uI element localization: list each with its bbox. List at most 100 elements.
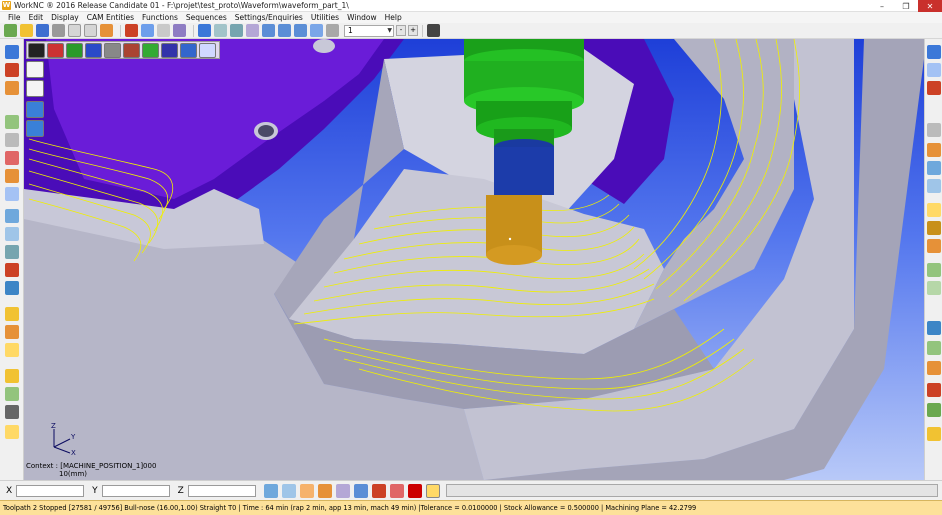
view-top-icon[interactable] xyxy=(927,45,941,59)
snap-icon[interactable] xyxy=(281,483,296,498)
view-wire-cube-2-icon[interactable] xyxy=(26,80,44,97)
menu-cam-entities[interactable]: CAM Entities xyxy=(83,13,138,22)
menu-settings[interactable]: Settings/Enquiries xyxy=(231,13,307,22)
verify-icon[interactable] xyxy=(5,343,19,357)
show-icon[interactable] xyxy=(927,161,941,175)
curve-tool-icon[interactable] xyxy=(927,321,941,335)
transform-icon[interactable] xyxy=(927,361,941,375)
delete-icon[interactable] xyxy=(5,263,19,277)
stock-model-icon[interactable] xyxy=(5,369,19,383)
zoom-fit-icon[interactable] xyxy=(278,24,291,37)
display-icon[interactable] xyxy=(246,24,259,37)
zone-edit-icon[interactable] xyxy=(927,281,941,295)
maximize-button[interactable]: ❐ xyxy=(894,0,918,12)
cut-icon[interactable] xyxy=(5,151,19,165)
layers-icon[interactable] xyxy=(427,24,440,37)
grid-icon[interactable] xyxy=(326,24,339,37)
menu-file[interactable]: File xyxy=(4,13,25,22)
close-button[interactable]: ✕ xyxy=(918,0,942,12)
shading-icon[interactable] xyxy=(198,24,211,37)
z-field[interactable] xyxy=(187,484,256,497)
plane-icon[interactable] xyxy=(5,133,19,147)
menu-help[interactable]: Help xyxy=(381,13,406,22)
mirror-icon[interactable] xyxy=(927,383,941,397)
measure-icon[interactable] xyxy=(5,209,19,223)
machine-icon[interactable] xyxy=(125,24,138,37)
menu-display[interactable]: Display xyxy=(47,13,83,22)
layer-icon[interactable] xyxy=(927,123,941,137)
undo-icon[interactable] xyxy=(68,24,81,37)
copy-icon[interactable] xyxy=(927,403,941,417)
view-front-icon[interactable] xyxy=(927,63,941,77)
doc-icon[interactable] xyxy=(5,405,19,419)
zone-icon[interactable] xyxy=(927,263,941,277)
snap-point-icon[interactable] xyxy=(317,483,332,498)
menu-utilities[interactable]: Utilities xyxy=(307,13,343,22)
boundary-icon[interactable] xyxy=(5,187,19,201)
part-icon[interactable] xyxy=(173,24,186,37)
record-icon[interactable] xyxy=(371,483,386,498)
macro-icon[interactable] xyxy=(5,281,19,295)
hide-icon[interactable] xyxy=(927,179,941,193)
zoom-icon[interactable] xyxy=(262,24,275,37)
export-icon[interactable] xyxy=(927,427,941,441)
cutter-icon[interactable] xyxy=(927,239,941,253)
view-cube-blue-icon[interactable] xyxy=(85,43,102,58)
menu-icon[interactable] xyxy=(28,43,45,58)
zoom-window-icon[interactable] xyxy=(294,24,307,37)
level-plus-button[interactable]: + xyxy=(408,25,418,36)
stop-icon[interactable] xyxy=(389,483,404,498)
snap-center-icon[interactable] xyxy=(335,483,350,498)
menu-functions[interactable]: Functions xyxy=(138,13,182,22)
check-icon[interactable] xyxy=(5,227,19,241)
snap-grid-icon[interactable] xyxy=(353,483,368,498)
info-icon[interactable] xyxy=(5,245,19,259)
view-cube-iso-icon[interactable] xyxy=(104,43,121,58)
open-folder-icon[interactable] xyxy=(20,24,33,37)
level-minus-button[interactable]: - xyxy=(396,25,406,36)
post-icon[interactable] xyxy=(5,387,19,401)
3d-viewport[interactable]: Z Y X Context : [MACHINE_POSITION_1]000 … xyxy=(24,39,924,480)
view-icon[interactable] xyxy=(230,24,243,37)
surface-icon[interactable] xyxy=(5,63,19,77)
view-cube-red-icon[interactable] xyxy=(47,43,64,58)
view-side-icon[interactable] xyxy=(927,81,941,95)
tool-view-icon[interactable] xyxy=(927,203,941,217)
redo-icon[interactable] xyxy=(84,24,97,37)
wireframe-icon[interactable] xyxy=(214,24,227,37)
view-cube-back-icon[interactable] xyxy=(142,43,159,58)
move-icon[interactable] xyxy=(927,341,941,355)
y-field[interactable] xyxy=(101,484,170,497)
save-icon[interactable] xyxy=(36,24,49,37)
view-wire-cube-icon[interactable] xyxy=(26,61,44,78)
holder-icon[interactable] xyxy=(927,221,941,235)
select-icon[interactable] xyxy=(5,45,19,59)
menu-window[interactable]: Window xyxy=(343,13,381,22)
minimize-button[interactable]: – xyxy=(870,0,894,12)
simulate-icon[interactable] xyxy=(5,325,19,339)
report-icon[interactable] xyxy=(5,425,19,439)
highlight-icon[interactable] xyxy=(425,483,440,498)
tool-icon[interactable] xyxy=(141,24,154,37)
color-icon[interactable] xyxy=(927,143,941,157)
hatch-icon[interactable] xyxy=(5,169,19,183)
new-file-icon[interactable] xyxy=(4,24,17,37)
curve-icon[interactable] xyxy=(5,81,19,95)
pick-icon[interactable] xyxy=(263,483,278,498)
calculator-icon[interactable] xyxy=(100,24,113,37)
view-shaded-cube-icon[interactable] xyxy=(26,101,44,118)
level-select[interactable]: 1 ▼ xyxy=(344,24,394,37)
point-icon[interactable] xyxy=(5,115,19,129)
zoom-extents-icon[interactable] xyxy=(199,43,216,58)
snap-edge-icon[interactable] xyxy=(299,483,314,498)
stock-icon[interactable] xyxy=(157,24,170,37)
view-shaded-cube-2-icon[interactable] xyxy=(26,120,44,137)
view-cube-right-icon[interactable] xyxy=(180,43,197,58)
view-cube-green-icon[interactable] xyxy=(66,43,83,58)
rotate-icon[interactable] xyxy=(310,24,323,37)
pause-icon[interactable] xyxy=(407,483,422,498)
view-cube-bottom-icon[interactable] xyxy=(123,43,140,58)
menu-sequences[interactable]: Sequences xyxy=(182,13,231,22)
toolpath-icon[interactable] xyxy=(5,307,19,321)
print-icon[interactable] xyxy=(52,24,65,37)
